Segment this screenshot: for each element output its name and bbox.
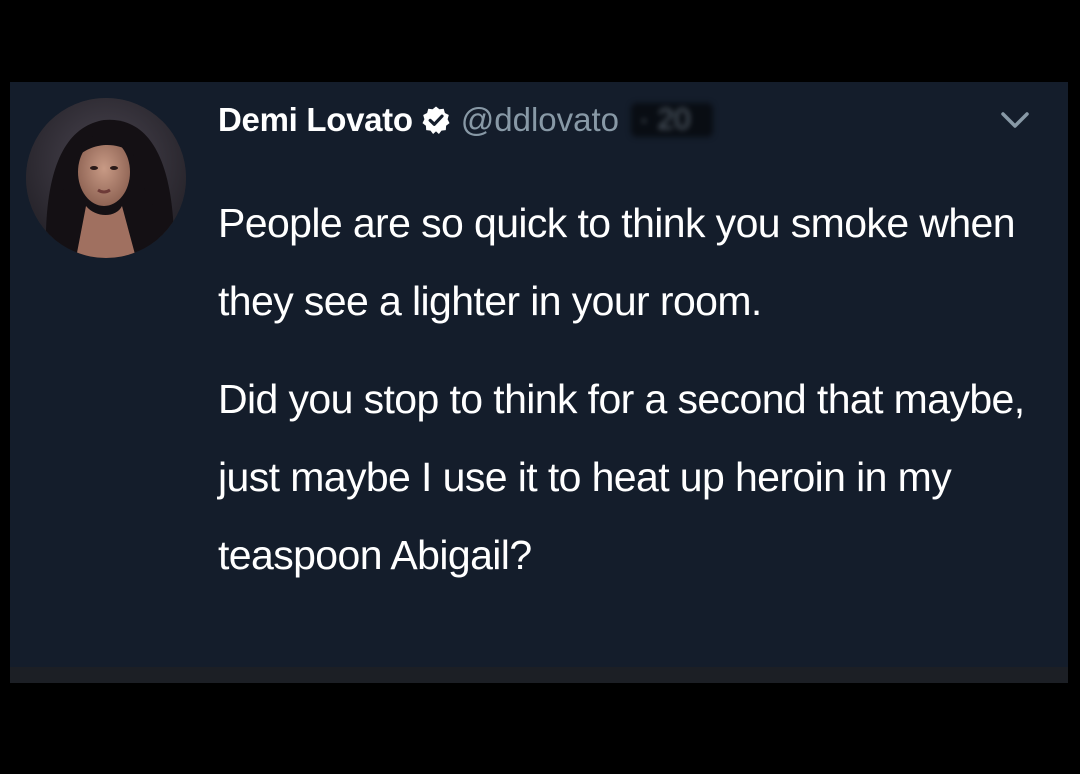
tweet-text: People are so quick to think you smoke w… [218, 184, 1058, 594]
tweet-bottom-edge [10, 667, 1068, 683]
tweet-paragraph: Did you stop to think for a second that … [218, 376, 1025, 578]
display-name[interactable]: Demi Lovato [218, 101, 413, 139]
tweet-header: Demi Lovato @ddlovato · 20 [218, 98, 713, 142]
tweet-card: Demi Lovato @ddlovato · 20 People are so… [10, 82, 1068, 667]
avatar-image [26, 98, 186, 258]
handle[interactable]: @ddlovato [461, 101, 619, 139]
tweet-paragraph: People are so quick to think you smoke w… [218, 200, 1016, 324]
timestamp[interactable]: · 20 [631, 103, 713, 137]
verified-badge-icon [421, 105, 451, 135]
avatar[interactable] [26, 98, 186, 258]
chevron-down-icon[interactable] [998, 108, 1032, 132]
screenshot-frame: Demi Lovato @ddlovato · 20 People are so… [0, 0, 1080, 774]
